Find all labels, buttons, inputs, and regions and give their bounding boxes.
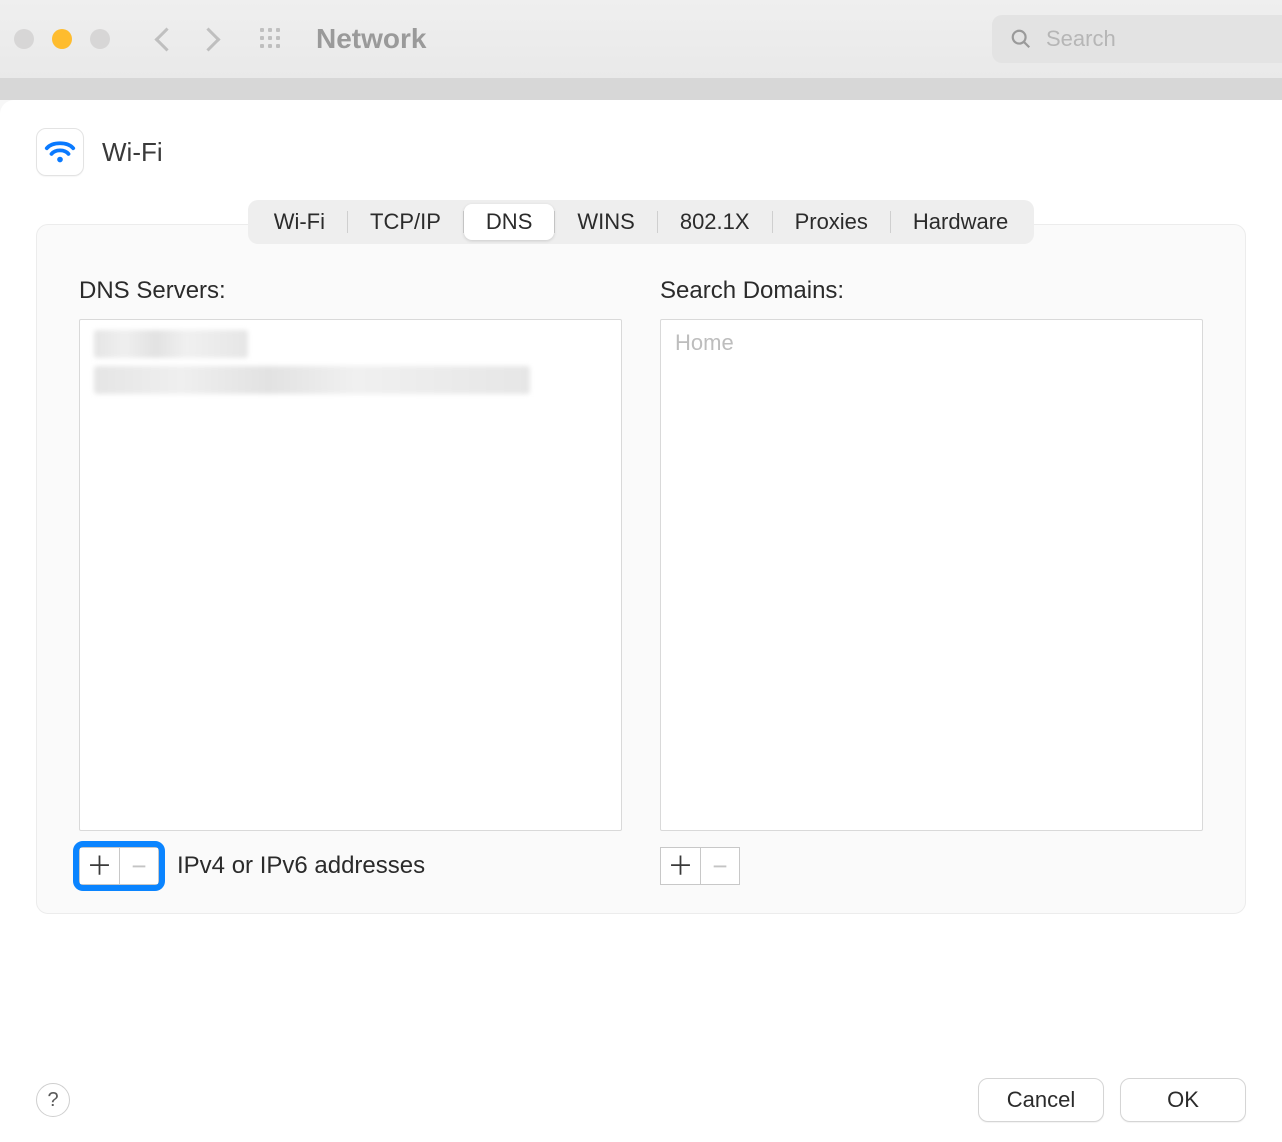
dns-servers-column: DNS Servers: ＋ − IPv4 or IPv6 addresses — [79, 277, 622, 885]
nav-arrows — [152, 29, 222, 49]
dns-servers-list[interactable] — [79, 319, 622, 831]
chevron-left-icon[interactable] — [152, 29, 172, 49]
dns-servers-hint: IPv4 or IPv6 addresses — [177, 852, 425, 880]
search-domains-controls: ＋ − — [660, 847, 1203, 885]
dns-server-row-redacted — [94, 330, 248, 358]
tab-dns[interactable]: DNS — [464, 204, 554, 240]
wifi-icon — [36, 128, 84, 176]
search-domains-list[interactable]: Home — [660, 319, 1203, 831]
connection-heading: Wi-Fi — [36, 128, 1246, 176]
titlebar: Network — [0, 0, 1282, 78]
footer: ? Cancel OK — [0, 1078, 1282, 1122]
connection-label: Wi-Fi — [102, 137, 163, 168]
search-domain-row[interactable]: Home — [675, 330, 1188, 356]
help-button[interactable]: ? — [36, 1083, 70, 1117]
tab-bar: Wi-Fi TCP/IP DNS WINS 802.1X Proxies Har… — [248, 200, 1035, 244]
zoom-window-button[interactable] — [90, 29, 110, 49]
dns-servers-controls: ＋ − IPv4 or IPv6 addresses — [79, 847, 622, 885]
tab-proxies[interactable]: Proxies — [773, 204, 890, 240]
search-domains-label: Search Domains: — [660, 277, 1203, 305]
minimize-window-button[interactable] — [52, 29, 72, 49]
add-search-domain-button[interactable]: ＋ — [660, 847, 700, 885]
search-domains-add-remove: ＋ − — [660, 847, 740, 885]
search-domains-column: Search Domains: Home ＋ − — [660, 277, 1203, 885]
ok-button[interactable]: OK — [1120, 1078, 1246, 1122]
dns-servers-label: DNS Servers: — [79, 277, 622, 305]
add-dns-server-button[interactable]: ＋ — [79, 847, 119, 885]
window-title: Network — [316, 23, 426, 55]
remove-search-domain-button[interactable]: − — [700, 847, 740, 885]
close-window-button[interactable] — [14, 29, 34, 49]
sheet-backdrop — [0, 78, 1282, 100]
tab-8021x[interactable]: 802.1X — [658, 204, 772, 240]
search-icon — [1010, 28, 1032, 50]
tab-tcpip[interactable]: TCP/IP — [348, 204, 463, 240]
search-input[interactable] — [1046, 26, 1282, 52]
remove-dns-server-button[interactable]: − — [119, 847, 159, 885]
dns-server-row-redacted — [94, 366, 530, 394]
chevron-right-icon[interactable] — [202, 29, 222, 49]
tab-hardware[interactable]: Hardware — [891, 204, 1030, 240]
tab-wifi[interactable]: Wi-Fi — [252, 204, 347, 240]
sheet: Wi-Fi Wi-Fi TCP/IP DNS WINS 802.1X Proxi… — [0, 100, 1282, 1142]
dns-servers-add-remove: ＋ − — [79, 847, 159, 885]
search-field[interactable] — [992, 15, 1282, 63]
show-all-grid-icon[interactable] — [258, 26, 284, 52]
tab-wins[interactable]: WINS — [555, 204, 656, 240]
cancel-button[interactable]: Cancel — [978, 1078, 1104, 1122]
window-controls — [14, 29, 110, 49]
dns-panel: DNS Servers: ＋ − IPv4 or IPv6 addresses … — [36, 224, 1246, 914]
